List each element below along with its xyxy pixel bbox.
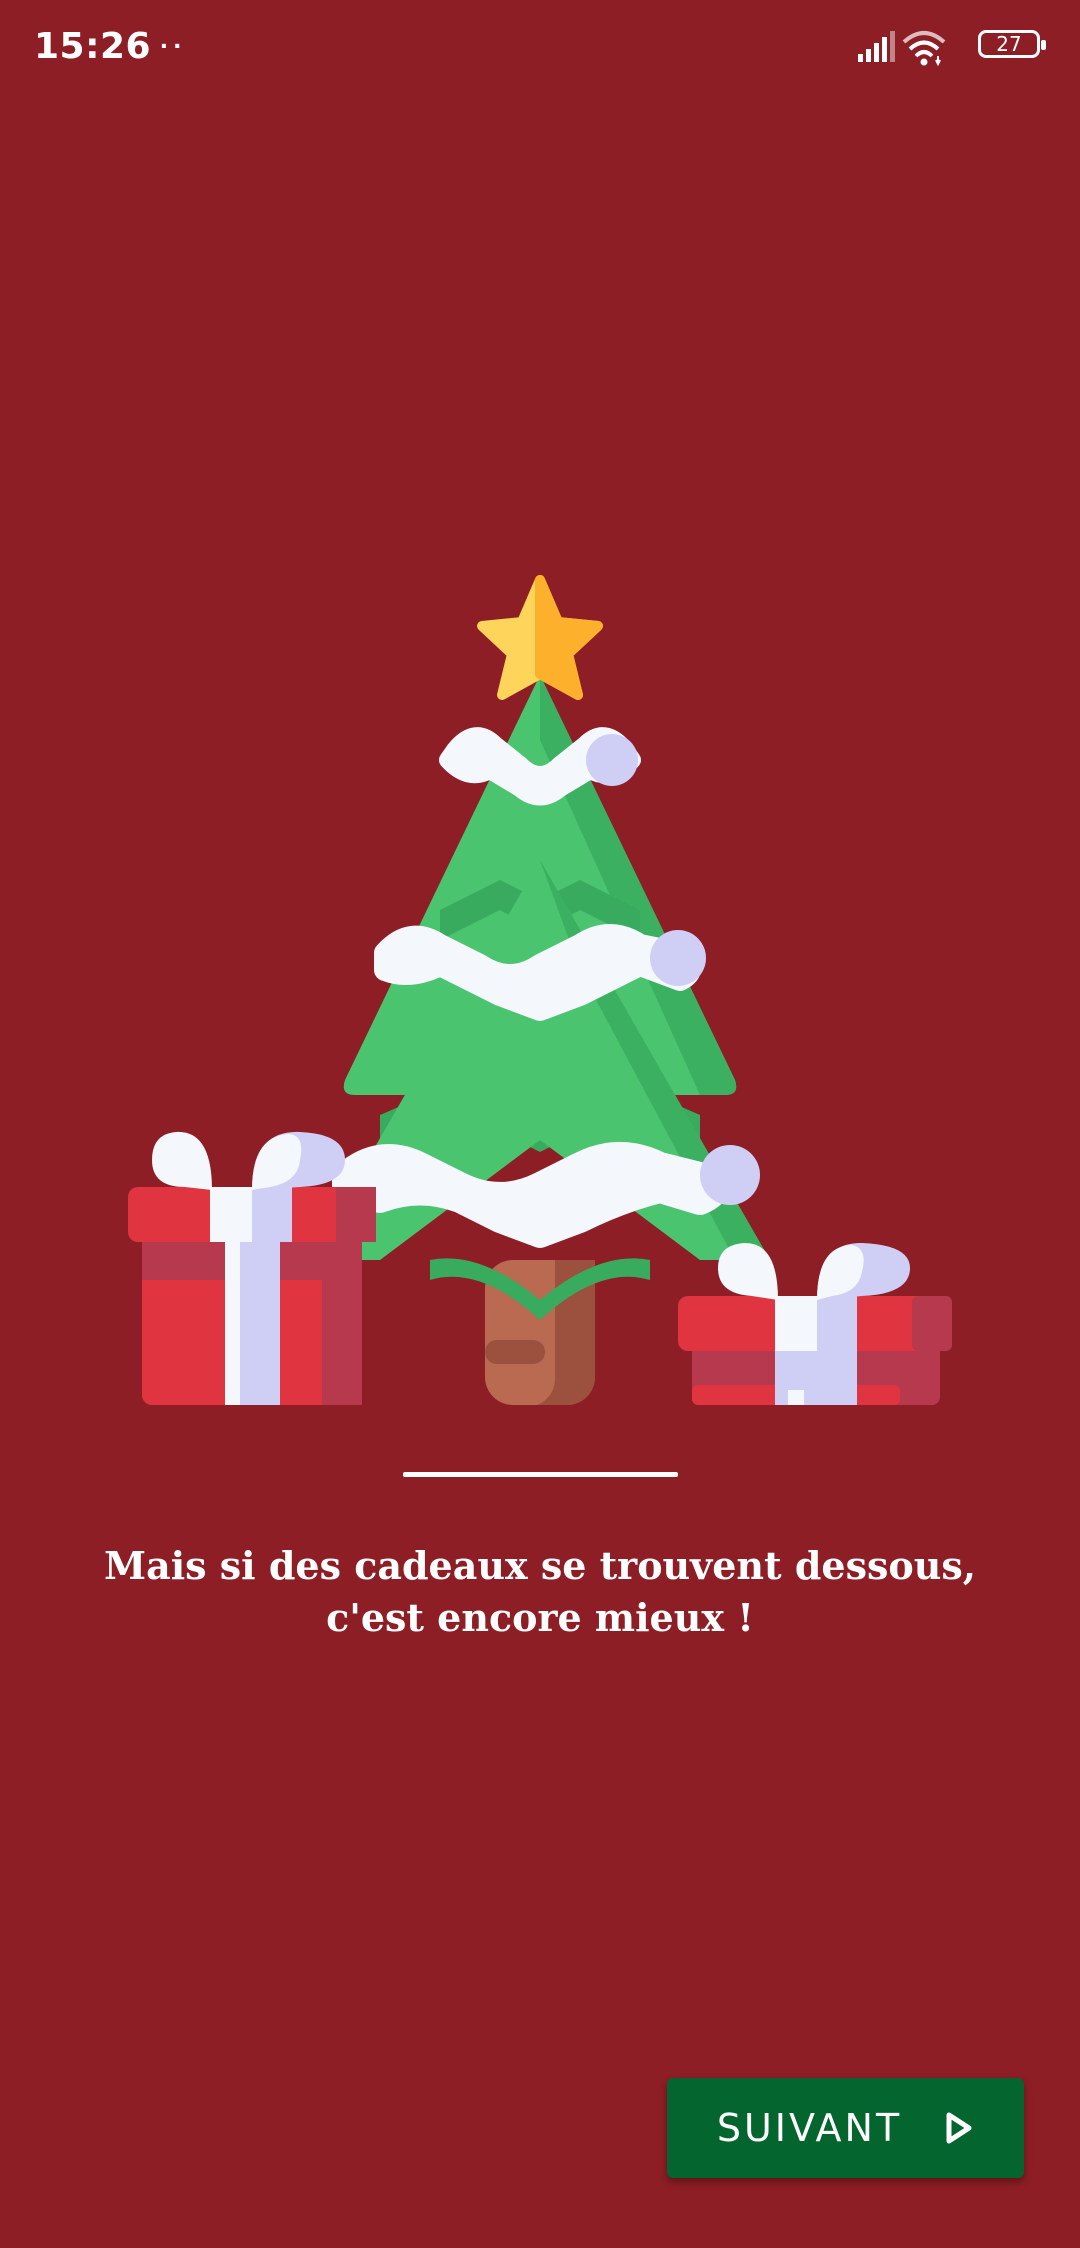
status-time: 15:26 bbox=[34, 26, 152, 67]
christmas-tree-illustration bbox=[128, 575, 952, 1405]
status-bar: 15:26 ·· 27 bbox=[0, 0, 1080, 96]
star-icon bbox=[477, 575, 603, 700]
battery-level: 27 bbox=[996, 32, 1022, 56]
status-icons: 27 bbox=[840, 28, 1046, 68]
divider bbox=[403, 1472, 678, 1477]
next-button-label: SUIVANT bbox=[716, 2106, 903, 2150]
left-gift-icon bbox=[128, 1131, 376, 1405]
play-outline-icon bbox=[946, 2112, 972, 2144]
next-button[interactable]: SUIVANT bbox=[667, 2078, 1024, 2178]
caption-line-1: Mais si des cadeaux se trouvent dessous, bbox=[104, 1543, 976, 1588]
caption-line-2: c'est encore mieux ! bbox=[326, 1595, 754, 1640]
caption-text: Mais si des cadeaux se trouvent dessous,… bbox=[90, 1540, 990, 1644]
wifi-icon bbox=[902, 31, 946, 66]
battery-icon: 27 bbox=[978, 30, 1046, 58]
signal-icon bbox=[858, 31, 895, 62]
right-gift-icon bbox=[678, 1242, 952, 1405]
notification-dots: ·· bbox=[160, 30, 187, 61]
